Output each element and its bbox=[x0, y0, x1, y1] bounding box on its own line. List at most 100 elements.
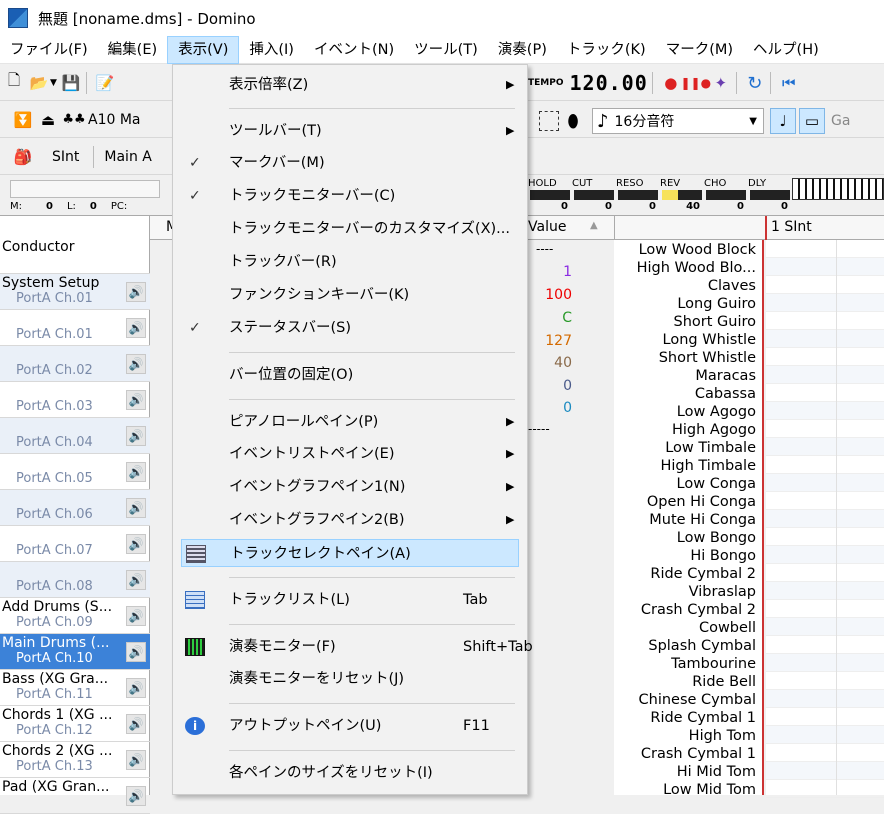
move-down-icon[interactable]: ⏬ bbox=[12, 109, 34, 131]
drum-note-name[interactable]: Vibraslap bbox=[689, 584, 756, 600]
properties-icon[interactable]: 📝 bbox=[94, 72, 116, 94]
speaker-icon[interactable]: 🔊 bbox=[126, 354, 146, 374]
drum-note-name[interactable]: Low Timbale bbox=[665, 440, 756, 456]
menu-item-event-graph-pane-2[interactable]: イベントグラフペイン2(B) ▶ bbox=[173, 506, 527, 534]
track-row[interactable]: PortA Ch.02 🔊 bbox=[0, 346, 150, 382]
drum-note-name[interactable]: Short Guiro bbox=[674, 314, 757, 330]
speaker-icon[interactable]: 🔊 bbox=[126, 714, 146, 734]
eraser-icon[interactable]: ⬮ bbox=[562, 110, 584, 132]
speaker-icon[interactable]: 🔊 bbox=[126, 606, 146, 626]
drum-note-name[interactable]: Cowbell bbox=[699, 620, 756, 636]
track-row[interactable]: PortA Ch.06 🔊 bbox=[0, 490, 150, 526]
menu-file[interactable]: ファイル(F) bbox=[0, 36, 98, 64]
speaker-icon[interactable]: 🔊 bbox=[126, 462, 146, 482]
speaker-icon[interactable]: 🔊 bbox=[126, 318, 146, 338]
track-row[interactable]: Chords 2 (XG ... PortA Ch.13 🔊 bbox=[0, 742, 150, 778]
tempo-value[interactable]: 120.00 bbox=[570, 71, 648, 95]
record-pause-icon[interactable]: ❚❚● bbox=[680, 72, 711, 94]
menu-item-track-monitor-bar[interactable]: ✓ トラックモニターバー(C) bbox=[173, 182, 527, 210]
menu-item-mark-bar[interactable]: ✓ マークバー(M) bbox=[173, 149, 527, 177]
menu-item-event-list-pane[interactable]: イベントリストペイン(E) ▶ bbox=[173, 440, 527, 468]
speaker-icon[interactable]: 🔊 bbox=[126, 534, 146, 554]
menu-item-status-bar[interactable]: ✓ ステータスバー(S) bbox=[173, 314, 527, 342]
drum-note-name[interactable]: Crash Cymbal 1 bbox=[641, 746, 756, 762]
menu-tools[interactable]: ツール(T) bbox=[404, 36, 488, 64]
speaker-icon[interactable]: 🔊 bbox=[126, 750, 146, 770]
drum-note-name[interactable]: Hi Bongo bbox=[690, 548, 756, 564]
drum-note-name[interactable]: Maracas bbox=[695, 368, 756, 384]
track-row[interactable]: PortA Ch.01 🔊 bbox=[0, 310, 150, 346]
menu-item-track-monitor-customize[interactable]: トラックモニターバーのカスタマイズ(X)... bbox=[173, 215, 527, 243]
menu-item-reset-play-monitor[interactable]: 演奏モニターをリセット(J) bbox=[173, 665, 527, 693]
menu-item-zoom[interactable]: 表示倍率(Z) ▶ bbox=[173, 71, 527, 99]
menu-edit[interactable]: 編集(E) bbox=[98, 36, 167, 64]
drum-note-name[interactable]: Splash Cymbal bbox=[648, 638, 756, 654]
drum-note-name[interactable]: Ride Cymbal 1 bbox=[650, 710, 756, 726]
track-row[interactable]: PortA Ch.07 🔊 bbox=[0, 526, 150, 562]
drum-note-name[interactable]: High Tom bbox=[689, 728, 756, 744]
drum-note-name[interactable]: Open Hi Conga bbox=[647, 494, 756, 510]
auto-length-icon[interactable]: ♩ bbox=[770, 108, 796, 134]
menu-insert[interactable]: 挿入(I) bbox=[239, 36, 304, 64]
menu-item-event-graph-pane-1[interactable]: イベントグラフペイン1(N) ▶ bbox=[173, 473, 527, 501]
speaker-icon[interactable]: 🔊 bbox=[126, 786, 146, 806]
drum-note-name[interactable]: Low Mid Tom bbox=[663, 782, 756, 798]
drum-note-name[interactable]: Low Agogo bbox=[677, 404, 756, 420]
drum-note-name[interactable]: Low Conga bbox=[677, 476, 756, 492]
drum-note-name[interactable]: High Timbale bbox=[660, 458, 756, 474]
note-length-select[interactable]: ♪ 16分音符 ▼ bbox=[592, 108, 764, 134]
menu-play[interactable]: 演奏(P) bbox=[488, 36, 557, 64]
drum-note-name[interactable]: Cabassa bbox=[695, 386, 756, 402]
record-icon[interactable]: ● bbox=[660, 72, 682, 94]
menu-track[interactable]: トラック(K) bbox=[557, 36, 656, 64]
instrument-name[interactable]: A10 Ma bbox=[88, 112, 141, 128]
save-icon[interactable]: 💾 bbox=[60, 72, 82, 94]
track-row[interactable]: PortA Ch.03 🔊 bbox=[0, 382, 150, 418]
drum-note-name[interactable]: High Agogo bbox=[672, 422, 756, 438]
menu-item-piano-roll-pane[interactable]: ピアノロールペイン(P) ▶ bbox=[173, 408, 527, 436]
drum-note-name[interactable]: Ride Cymbal 2 bbox=[650, 566, 756, 582]
eject-icon[interactable]: ⏏ bbox=[37, 109, 59, 131]
track-row[interactable]: Conductor bbox=[0, 238, 150, 274]
menu-item-function-key-bar[interactable]: ファンクションキーバー(K) bbox=[173, 281, 527, 309]
drum-note-name[interactable]: Chinese Cymbal bbox=[639, 692, 757, 708]
drum-note-name[interactable]: Claves bbox=[708, 278, 756, 294]
menu-item-toolbar[interactable]: ツールバー(T) ▶ bbox=[173, 117, 527, 145]
track-row[interactable]: System Setup PortA Ch.01 🔊 bbox=[0, 274, 150, 310]
menu-item-track-list[interactable]: トラックリスト(L) Tab bbox=[173, 586, 527, 614]
menu-item-fix-bar-position[interactable]: バー位置の固定(O) bbox=[173, 361, 527, 389]
track-row[interactable]: Bass (XG Gra... PortA Ch.11 🔊 bbox=[0, 670, 150, 706]
speaker-icon[interactable]: 🔊 bbox=[126, 426, 146, 446]
track-row[interactable]: PortA Ch.05 🔊 bbox=[0, 454, 150, 490]
new-file-icon[interactable]: 🗋 bbox=[3, 71, 25, 94]
step-record-icon[interactable]: ✦ bbox=[710, 72, 732, 94]
drum-note-name[interactable]: Low Wood Block bbox=[639, 242, 756, 258]
track-row[interactable]: PortA Ch.08 🔊 bbox=[0, 562, 150, 598]
drum-note-name[interactable]: High Wood Blo... bbox=[637, 260, 756, 276]
drum-note-name[interactable]: Hi Mid Tom bbox=[677, 764, 756, 780]
loop-icon[interactable]: ↻ bbox=[744, 72, 766, 94]
drum-note-name[interactable]: Crash Cymbal 2 bbox=[641, 602, 756, 618]
open-folder-icon[interactable]: 📂 bbox=[28, 72, 50, 94]
col-value-header[interactable]: Value bbox=[528, 219, 566, 235]
drum-note-name[interactable]: Ride Bell bbox=[692, 674, 756, 690]
menu-mark[interactable]: マーク(M) bbox=[656, 36, 743, 64]
drum-note-name[interactable]: Mute Hi Conga bbox=[649, 512, 756, 528]
menu-item-play-monitor[interactable]: 演奏モニター(F) Shift+Tab bbox=[173, 633, 533, 661]
add-track-icon[interactable]: 🎒 bbox=[12, 146, 34, 168]
rewind-to-start-icon[interactable]: ⏮ bbox=[778, 72, 800, 94]
track-row[interactable]: Add Drums (S... PortA Ch.09 🔊 bbox=[0, 598, 150, 634]
speaker-icon[interactable]: 🔊 bbox=[126, 642, 146, 662]
menu-item-track-bar[interactable]: トラックバー(R) bbox=[173, 248, 527, 276]
speaker-icon[interactable]: 🔊 bbox=[126, 282, 146, 302]
scroll-up-icon[interactable]: ▲ bbox=[590, 220, 598, 231]
speaker-icon[interactable]: 🔊 bbox=[126, 678, 146, 698]
track-bar-name[interactable]: SInt bbox=[52, 149, 79, 165]
menu-item-output-pane[interactable]: i アウトプットペイン(U) F11 bbox=[173, 712, 527, 740]
drum-note-name[interactable]: Long Whistle bbox=[663, 332, 756, 348]
track-row[interactable]: Pad (XG Gran... 🔊 bbox=[0, 778, 150, 814]
menu-view[interactable]: 表示(V) bbox=[167, 35, 240, 64]
drum-note-name[interactable]: Low Bongo bbox=[677, 530, 756, 546]
gate-icon[interactable]: ▭ bbox=[799, 108, 825, 134]
drum-note-name[interactable]: Long Guiro bbox=[677, 296, 756, 312]
